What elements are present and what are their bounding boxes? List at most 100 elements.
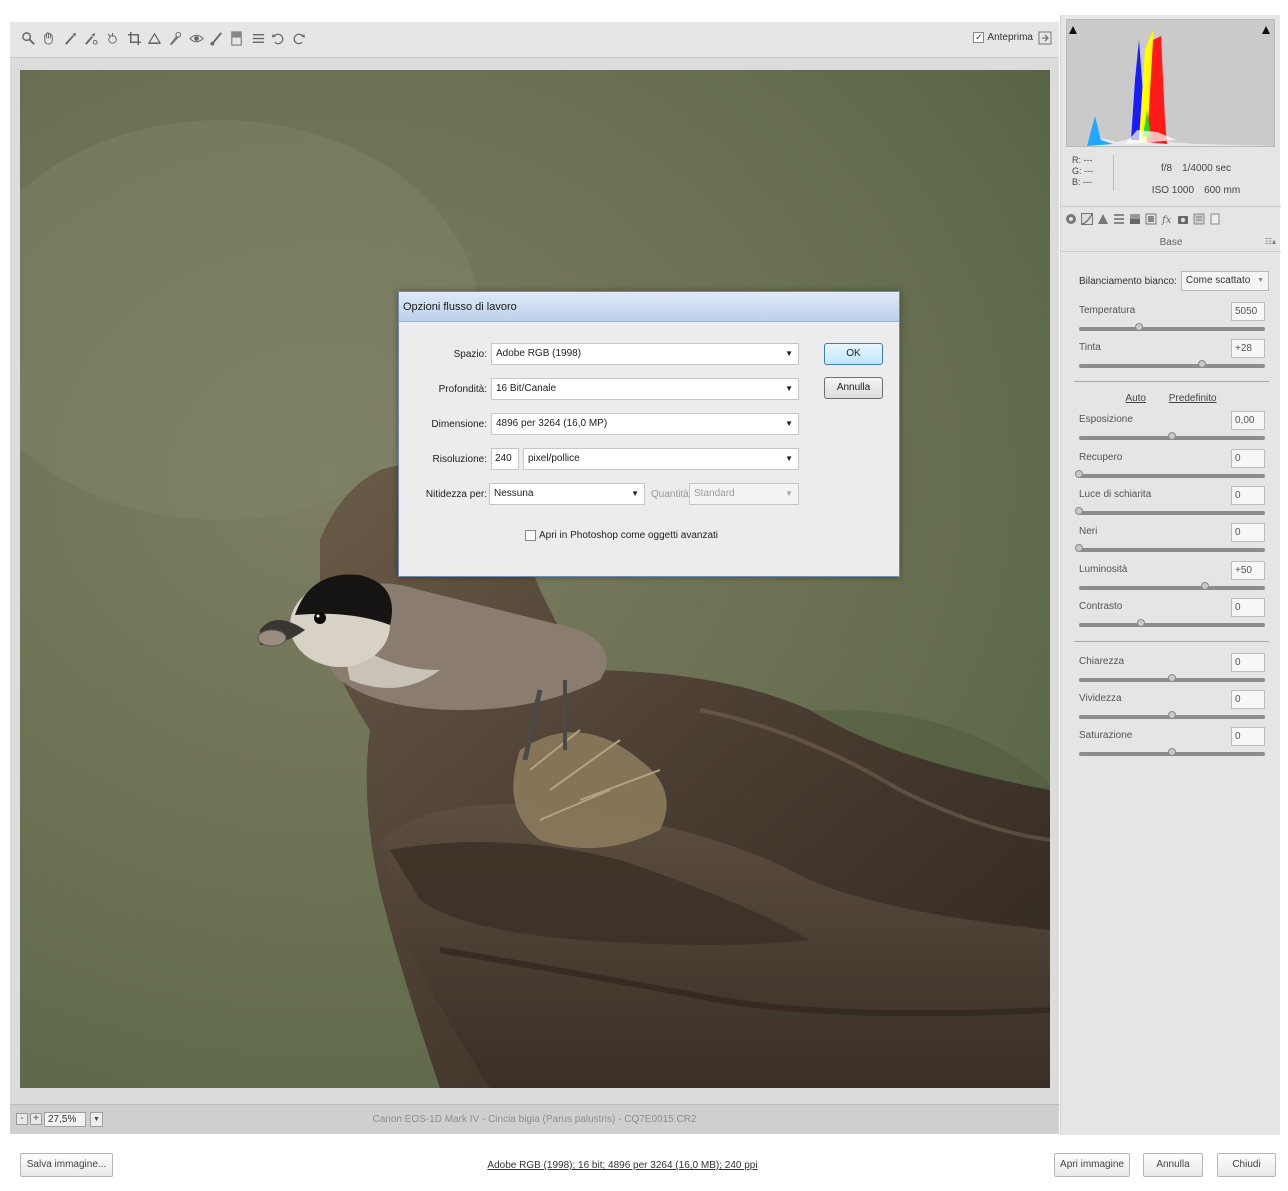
color-sampler-icon[interactable]: [82, 30, 98, 46]
histogram: [1066, 19, 1275, 147]
smart-objects-checkbox-box[interactable]: [525, 530, 536, 541]
slider-value-input[interactable]: 0: [1231, 449, 1265, 468]
snapshots-icon[interactable]: [1209, 213, 1221, 225]
slider-value-input[interactable]: +50: [1231, 561, 1265, 580]
white-balance-label: Bilanciamento bianco:: [1079, 275, 1177, 287]
crop-icon[interactable]: [126, 30, 142, 46]
camera-calibration-icon[interactable]: [1177, 213, 1189, 225]
slider-track[interactable]: [1079, 364, 1265, 368]
auto-link[interactable]: Auto: [1125, 393, 1146, 404]
graduated-filter-icon[interactable]: [228, 30, 244, 46]
white-balance-icon[interactable]: [62, 30, 78, 46]
split-toning-icon[interactable]: [1129, 213, 1141, 225]
lens-icon[interactable]: [1145, 213, 1157, 225]
depth-label: Profondità:: [438, 383, 487, 395]
aperture-value: f/8: [1160, 163, 1173, 174]
resolution-row: Risoluzione: 240 pixel/pollice ▼: [399, 448, 901, 470]
tone-curve-icon[interactable]: [1081, 212, 1093, 225]
slider-row: Recupero 0: [1075, 449, 1265, 483]
dialog-cancel-button[interactable]: Annulla: [824, 377, 883, 399]
space-select[interactable]: Adobe RGB (1998) ▼: [491, 343, 799, 365]
slider-label: Luminosità: [1079, 564, 1128, 575]
slider-label: Tinta: [1079, 342, 1101, 353]
preferences-icon[interactable]: [250, 30, 266, 46]
white-balance-value: Come scattato: [1185, 275, 1251, 286]
slider-track[interactable]: [1079, 327, 1265, 331]
image-preview[interactable]: [20, 70, 1050, 1088]
amount-select[interactable]: Standard ▼: [689, 483, 799, 505]
slider-thumb[interactable]: [1168, 711, 1176, 719]
panel-menu-icon[interactable]: ☷▴: [1265, 237, 1276, 246]
chevron-down-icon: ▼: [785, 349, 793, 358]
slider-row: Luminosità +50: [1079, 561, 1265, 595]
slider-thumb[interactable]: [1168, 674, 1176, 682]
depth-value: 16 Bit/Canale: [496, 383, 557, 394]
slider-thumb[interactable]: [1075, 470, 1083, 478]
file-info: Canon EOS-1D Mark IV - Cincia bigia (Par…: [372, 1114, 697, 1125]
smart-objects-label: Apri in Photoshop come oggetti avanzati: [539, 530, 718, 541]
slider-value-input[interactable]: 0: [1231, 486, 1265, 505]
hsl-icon[interactable]: [1113, 213, 1125, 225]
size-value: 4896 per 3264 (16,0 MP): [496, 418, 608, 429]
slider-thumb[interactable]: [1200, 582, 1209, 590]
slider-value-input[interactable]: 0: [1231, 653, 1265, 672]
preview-checkbox-box[interactable]: ✓: [973, 32, 985, 43]
dialog-title: Opzioni flusso di lavoro: [399, 292, 899, 322]
target-adjust-icon[interactable]: [104, 30, 120, 46]
slider-thumb[interactable]: [1168, 748, 1176, 756]
slider-value-input[interactable]: 5050: [1231, 302, 1265, 321]
slider-track[interactable]: [1079, 474, 1265, 478]
sharpen-select[interactable]: Nessuna ▼: [489, 483, 645, 505]
size-select[interactable]: 4896 per 3264 (16,0 MP) ▼: [491, 413, 799, 435]
fullscreen-icon[interactable]: [1037, 30, 1053, 46]
brush-icon[interactable]: [208, 30, 224, 46]
straighten-icon[interactable]: [146, 30, 162, 46]
preview-checkbox[interactable]: ✓ Anteprima: [973, 32, 1033, 43]
slider-thumb[interactable]: [1197, 360, 1206, 368]
white-balance-select[interactable]: Come scattato ▼: [1180, 271, 1269, 291]
slider-track[interactable]: [1079, 623, 1265, 627]
status-bar: - + 27,5% ▼ Canon EOS-1D Mark IV - Cinci…: [10, 1104, 1059, 1134]
rotate-ccw-icon[interactable]: [270, 30, 286, 46]
slider-track[interactable]: [1079, 548, 1265, 552]
default-link[interactable]: Predefinito: [1169, 393, 1217, 404]
slider-value-input[interactable]: 0: [1231, 598, 1265, 617]
smart-objects-checkbox[interactable]: Apri in Photoshop come oggetti avanzati: [525, 530, 718, 541]
slider-value-input[interactable]: 0: [1231, 523, 1265, 542]
slider-row: Temperatura 5050: [1079, 302, 1265, 336]
rotate-cw-icon[interactable]: [290, 30, 306, 46]
section-divider: [1074, 381, 1269, 382]
slider-value-input[interactable]: 0: [1231, 690, 1265, 709]
panel-tabs: fx: [1061, 206, 1281, 230]
red-eye-icon[interactable]: [188, 30, 204, 46]
ok-button[interactable]: OK: [824, 343, 883, 365]
aperture-icon[interactable]: [1065, 213, 1077, 225]
detail-icon[interactable]: [1097, 213, 1109, 225]
spot-removal-icon[interactable]: [166, 30, 182, 46]
chevron-down-icon: ▼: [631, 489, 639, 498]
presets-icon[interactable]: [1193, 213, 1205, 225]
amount-label: Quantità:: [651, 488, 692, 500]
slider-thumb[interactable]: [1134, 323, 1143, 331]
resolution-label: Risoluzione:: [432, 453, 487, 465]
fx-icon[interactable]: fx: [1161, 213, 1173, 225]
resolution-input[interactable]: 240: [491, 448, 519, 470]
depth-select[interactable]: 16 Bit/Canale ▼: [491, 378, 799, 400]
panel-title: Base: [1159, 237, 1183, 248]
slider-thumb[interactable]: [1168, 432, 1176, 440]
slider-thumb[interactable]: [1075, 507, 1083, 515]
slider-value-input[interactable]: 0,00: [1231, 411, 1265, 430]
slider-thumb[interactable]: [1075, 544, 1083, 552]
slider-value-input[interactable]: 0: [1231, 727, 1265, 746]
slider-row: Contrasto 0: [1079, 598, 1265, 632]
photo-preview: [20, 120, 1050, 1088]
workflow-options-link[interactable]: Adobe RGB (1998); 16 bit; 4896 per 3264 …: [0, 1160, 1245, 1171]
amount-value: Standard: [694, 488, 735, 499]
resolution-unit-select[interactable]: pixel/pollice ▼: [523, 448, 799, 470]
slider-track[interactable]: [1079, 511, 1265, 515]
chevron-down-icon: ▼: [785, 454, 793, 463]
zoom-icon[interactable]: [20, 30, 36, 46]
hand-icon[interactable]: [40, 30, 56, 46]
slider-track[interactable]: [1079, 586, 1265, 590]
slider-value-input[interactable]: +28: [1231, 339, 1265, 358]
